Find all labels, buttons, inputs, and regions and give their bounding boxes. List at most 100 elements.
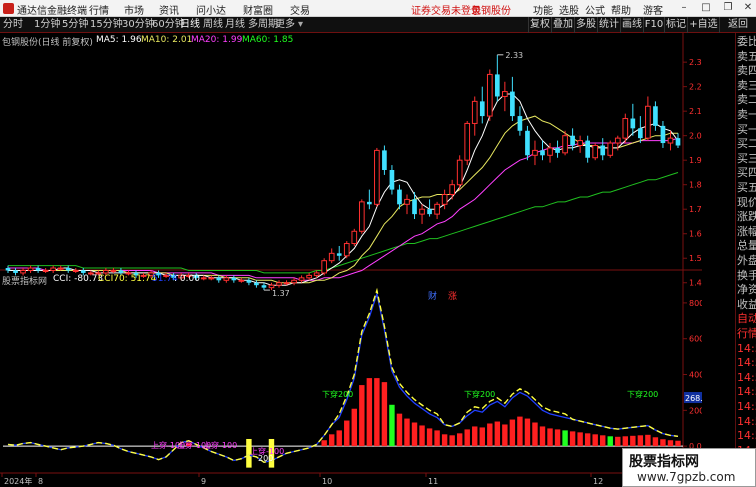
menu-quotes[interactable]: 行情	[89, 2, 109, 17]
candle-body-down	[412, 199, 417, 215]
current-value-label: 268.71	[685, 394, 702, 403]
chevron-down-icon[interactable]: ▾	[298, 18, 303, 32]
mark-button[interactable]: 标记	[664, 17, 687, 33]
restore-icon[interactable]: ❐	[721, 1, 735, 15]
event-badge: 财	[428, 290, 437, 302]
histogram-bar	[328, 434, 335, 447]
adjust-button[interactable]: 复权	[528, 17, 551, 33]
menu-market[interactable]: 市场	[124, 2, 144, 17]
close-icon[interactable]: ✕	[741, 1, 755, 15]
kline-chart-svg[interactable]: 2.30 2.20 2.10 2.00 1.90 1.80 1.70 1.60 1.50 1.40…	[0, 33, 717, 487]
candle-body-down	[216, 277, 222, 281]
menu-formula[interactable]: 公式	[585, 2, 605, 17]
maximize-icon[interactable]: □	[699, 1, 713, 15]
histogram-bar	[539, 426, 546, 447]
candle-body-up	[419, 208, 425, 215]
side-panel-item: 涨幅	[737, 224, 756, 238]
histogram-bar	[419, 425, 425, 447]
statistics-button[interactable]: 统计	[597, 17, 620, 33]
period-tab-15min[interactable]: 15分钟	[90, 18, 123, 32]
menu-news[interactable]: 资讯	[159, 2, 179, 17]
quote-side-panel[interactable]: 委比卖五卖四卖三卖二卖一买一买二买三买四买五现价涨跌涨幅总量外盘换手净资收益自动…	[735, 33, 756, 487]
price-axis-label: 1.80	[689, 181, 702, 190]
side-panel-item: 买四	[737, 166, 756, 180]
overlay-button[interactable]: 叠加	[551, 17, 574, 33]
candle-body-down	[13, 270, 18, 273]
minimize-icon[interactable]: –	[677, 1, 691, 15]
candle-body-down	[653, 106, 658, 126]
cross-down-annotation: 下穿200	[322, 389, 353, 399]
period-tab-multi[interactable]: 多周期	[248, 18, 278, 32]
candle-body-up	[351, 230, 358, 245]
candle-body-down	[35, 268, 41, 271]
side-panel-item: 卖三	[737, 78, 756, 92]
candle-body-down	[65, 268, 71, 271]
histogram-bar	[351, 408, 358, 447]
histogram-bar	[675, 440, 681, 447]
side-panel-item: 现价	[737, 195, 756, 209]
candle-body-up	[486, 73, 493, 117]
period-tab-30min[interactable]: 30分钟	[122, 18, 155, 32]
period-tab-monthly[interactable]: 月线	[225, 18, 245, 32]
back-button[interactable]: 返回	[719, 17, 756, 33]
app-logo-icon	[3, 3, 14, 14]
side-panel-item: 净资	[737, 283, 756, 297]
side-panel-item: 行情	[737, 327, 756, 340]
x-axis-label: 10	[322, 477, 332, 486]
histogram-bar	[381, 382, 388, 447]
histogram-bar	[494, 421, 501, 447]
candle-body-up	[321, 260, 328, 274]
candle-body-up	[607, 142, 614, 156]
histogram-bar	[532, 422, 538, 447]
user-guest[interactable]: 游客	[643, 2, 663, 17]
period-tab-weekly[interactable]: 周线	[203, 18, 223, 32]
menu-ask[interactable]: 问小达	[196, 2, 226, 17]
histogram-bar	[592, 434, 598, 447]
menu-trade[interactable]: 交易	[290, 2, 310, 17]
candle-body-up	[532, 149, 538, 156]
price-axis-label: 2.10	[689, 107, 702, 116]
chart-area[interactable]: 2.30 2.20 2.10 2.00 1.90 1.80 1.70 1.60 1.50 1.40…	[0, 33, 717, 487]
candle-body-up	[577, 140, 583, 146]
menu-wealth[interactable]: 财富圈	[243, 2, 273, 17]
candle-body-up	[110, 269, 117, 272]
candle-body-up	[223, 277, 230, 281]
x-axis-label: 9	[201, 477, 206, 486]
candle-body-up	[298, 277, 305, 281]
period-tab-more[interactable]: 更多	[275, 18, 295, 32]
draw-line-button[interactable]: 画线	[620, 17, 643, 33]
cci-label: CCI: -80.73	[53, 274, 104, 284]
price-axis-label: 1.70	[689, 205, 702, 214]
price-axis-label: 1.40	[689, 279, 702, 288]
watermark-logo: 股票指标网 www.7gpzb.com	[622, 448, 756, 487]
histogram-bar	[487, 423, 493, 447]
period-tab-daily[interactable]: 日线	[180, 18, 200, 32]
multi-stock-button[interactable]: 多股	[574, 17, 597, 33]
side-panel-item: 委比	[737, 35, 756, 48]
f10-button[interactable]: F10	[643, 17, 664, 33]
candle-body-down	[254, 282, 259, 286]
title-bar: 通达信金融终端 行情 市场 资讯 问小达 财富圈 交易 证券交易未登录 包钢股份…	[0, 0, 756, 17]
candle-body-up	[645, 105, 651, 139]
candle-body-up	[547, 147, 553, 156]
candle-body-up	[276, 282, 282, 286]
period-tab-5min[interactable]: 5分钟	[62, 18, 88, 32]
histogram-bar	[366, 378, 373, 447]
menu-help[interactable]: 帮助	[611, 2, 631, 17]
side-panel-item: 买三	[737, 151, 756, 165]
side-panel-item: 买一	[737, 122, 756, 136]
menu-function[interactable]: 功能	[533, 2, 553, 17]
watermark-title: 股票指标网	[629, 454, 699, 470]
candle-body-down	[261, 285, 267, 288]
period-tab-1min[interactable]: 1分钟	[34, 18, 60, 32]
histogram-bar	[584, 433, 591, 447]
add-watchlist-button[interactable]: +自选	[687, 17, 719, 33]
price-axis-label: 1.60	[689, 230, 702, 239]
candle-body-up	[268, 284, 275, 289]
period-tab-timeshare[interactable]: 分时	[3, 18, 23, 32]
indicator-zero-value: : 0.00	[174, 274, 200, 284]
candle-body-down	[80, 270, 86, 273]
candle-body-down	[510, 91, 515, 117]
menu-select-stock[interactable]: 选股	[559, 2, 579, 17]
candle-body-down	[389, 170, 395, 190]
